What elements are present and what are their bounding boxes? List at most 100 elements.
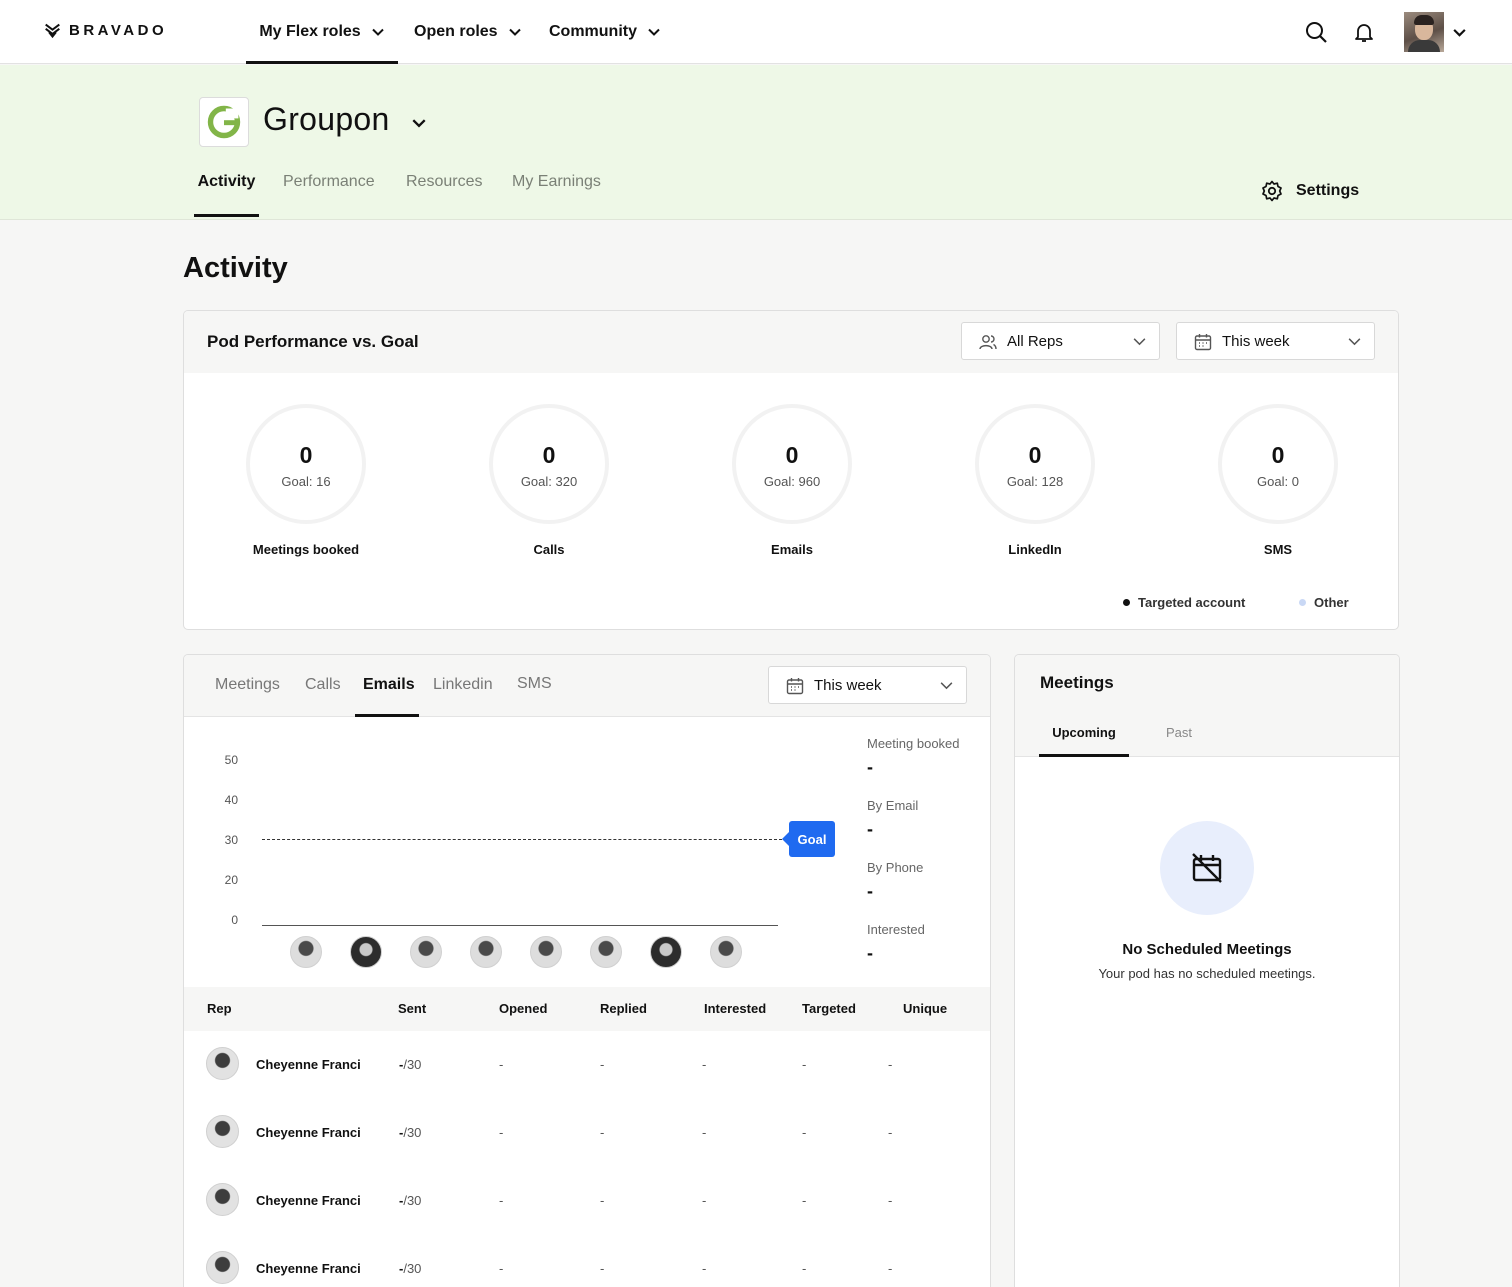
- gear-icon: [1262, 180, 1282, 202]
- metric-label: Meetings booked: [252, 542, 360, 557]
- column-header[interactable]: Replied: [600, 1001, 647, 1016]
- settings-button[interactable]: Settings: [1260, 179, 1359, 203]
- legend-targeted-account: Targeted account: [1123, 595, 1245, 610]
- nav-community[interactable]: Community: [549, 0, 661, 64]
- stat-label: By Email: [867, 798, 919, 813]
- chart-rep-avatar[interactable]: [470, 936, 502, 968]
- nav-open-roles[interactable]: Open roles: [414, 0, 522, 64]
- bravado-logo-icon: [45, 23, 60, 39]
- column-header[interactable]: Sent: [398, 1001, 426, 1016]
- rep-name: Cheyenne Franci: [256, 1261, 361, 1276]
- metric-value: 0: [785, 442, 799, 468]
- sent-goal: /30: [403, 1261, 422, 1276]
- cell-sent: -/30: [399, 1261, 421, 1276]
- chart-rep-avatar[interactable]: [710, 936, 742, 968]
- groupon-logo-icon: [207, 105, 241, 139]
- table-row[interactable]: Cheyenne Franci -/30 - - - - -: [184, 1099, 990, 1167]
- tab-past[interactable]: Past: [1166, 725, 1192, 757]
- nav-label: My Flex roles: [259, 23, 361, 40]
- cell-interested: -: [702, 1193, 707, 1208]
- column-header[interactable]: Interested: [704, 1001, 766, 1016]
- y-tick-label: 0: [231, 913, 238, 927]
- column-header[interactable]: Rep: [207, 1001, 232, 1016]
- tab-resources[interactable]: Resources: [406, 173, 482, 217]
- card-header: Meetings Upcoming Past: [1015, 655, 1399, 757]
- chart-rep-avatar[interactable]: [530, 936, 562, 968]
- stat-value: -: [867, 943, 873, 963]
- cell-opened: -: [499, 1193, 504, 1208]
- tab-meetings[interactable]: Meetings: [215, 676, 280, 717]
- tab-sms[interactable]: SMS: [517, 675, 552, 716]
- tab-emails[interactable]: Emails: [355, 676, 419, 717]
- reps-filter-select[interactable]: All Reps: [961, 322, 1160, 360]
- settings-label: Settings: [1296, 182, 1360, 199]
- cell-opened: -: [499, 1261, 504, 1276]
- bravado-logo[interactable]: BRAVADO: [44, 22, 167, 39]
- metric-goal: Goal: 16: [281, 474, 331, 489]
- stat-by-phone: By Phone -: [867, 860, 923, 902]
- nav-my-flex-roles[interactable]: My Flex roles: [246, 0, 398, 64]
- chevron-down-icon: [508, 28, 521, 36]
- progress-ring: 0 Goal: 0: [1218, 404, 1338, 524]
- metric-meetings-booked: 0 Goal: 16 Meetings booked: [241, 404, 371, 557]
- metric-goal: Goal: 320: [520, 474, 578, 489]
- top-navigation: BRAVADO My Flex roles Open roles Communi…: [0, 0, 1512, 64]
- cell-unique: -: [888, 1125, 893, 1140]
- tab-activity[interactable]: Activity: [194, 173, 259, 217]
- metric-value: 0: [1271, 442, 1285, 468]
- period-filter-select[interactable]: This week: [1176, 322, 1375, 360]
- chevron-down-icon[interactable]: [1452, 25, 1467, 40]
- bell-icon[interactable]: [1352, 20, 1376, 44]
- stat-value: -: [867, 881, 873, 901]
- sent-goal: /30: [403, 1193, 422, 1208]
- tab-my-earnings[interactable]: My Earnings: [512, 173, 601, 217]
- nav-label: Open roles: [414, 23, 498, 40]
- cell-interested: -: [702, 1261, 707, 1276]
- tab-performance[interactable]: Performance: [283, 173, 375, 217]
- column-header[interactable]: Unique: [903, 1001, 947, 1016]
- chevron-down-icon: [371, 28, 384, 36]
- chevron-down-icon: [940, 682, 953, 690]
- tab-linkedin[interactable]: Linkedin: [433, 676, 493, 717]
- period-filter-select[interactable]: This week: [768, 666, 967, 704]
- rep-name: Cheyenne Franci: [256, 1193, 361, 1208]
- chart-rep-avatar[interactable]: [410, 936, 442, 968]
- table-row[interactable]: Cheyenne Franci -/30 - - - - -: [184, 1235, 990, 1287]
- search-icon[interactable]: [1304, 20, 1328, 44]
- column-header[interactable]: Targeted: [802, 1001, 856, 1016]
- sent-goal: /30: [403, 1057, 422, 1072]
- cell-sent: -/30: [399, 1057, 421, 1072]
- legend-label: Other: [1314, 595, 1349, 610]
- table-row[interactable]: Cheyenne Franci -/30 - - - - -: [184, 1167, 990, 1235]
- cell-interested: -: [702, 1057, 707, 1072]
- chart-rep-avatar[interactable]: [290, 936, 322, 968]
- column-header[interactable]: Opened: [499, 1001, 547, 1016]
- chevron-down-icon: [1348, 338, 1361, 346]
- tab-upcoming[interactable]: Upcoming: [1039, 725, 1129, 757]
- chart-rep-avatar[interactable]: [350, 936, 382, 968]
- cell-opened: -: [499, 1057, 504, 1072]
- cell-opened: -: [499, 1125, 504, 1140]
- table-row[interactable]: Cheyenne Franci -/30 - - - - -: [184, 1031, 990, 1099]
- metric-label: SMS: [1263, 542, 1293, 557]
- metric-goal: Goal: 960: [763, 474, 821, 489]
- cell-interested: -: [702, 1125, 707, 1140]
- chevron-down-icon[interactable]: [411, 115, 427, 131]
- chart-rep-avatar[interactable]: [650, 936, 682, 968]
- card-title: Pod Performance vs. Goal: [207, 332, 419, 351]
- metric-calls: 0 Goal: 320 Calls: [484, 404, 614, 557]
- y-tick-label: 20: [224, 873, 238, 887]
- cell-replied: -: [600, 1261, 605, 1276]
- metric-value: 0: [542, 442, 556, 468]
- chevron-down-icon: [648, 28, 660, 36]
- user-avatar[interactable]: [1404, 12, 1444, 52]
- tab-calls[interactable]: Calls: [305, 676, 341, 717]
- chart-rep-avatar[interactable]: [590, 936, 622, 968]
- rep-avatar: [206, 1183, 239, 1216]
- stat-label: Interested: [867, 922, 925, 937]
- cell-replied: -: [600, 1125, 605, 1140]
- activity-detail-card: Meetings Calls Emails Linkedin SMS This …: [183, 654, 991, 1287]
- select-value: All Reps: [1007, 333, 1063, 350]
- rep-name: Cheyenne Franci: [256, 1057, 361, 1072]
- card-header: Pod Performance vs. Goal All Reps This w…: [184, 311, 1398, 373]
